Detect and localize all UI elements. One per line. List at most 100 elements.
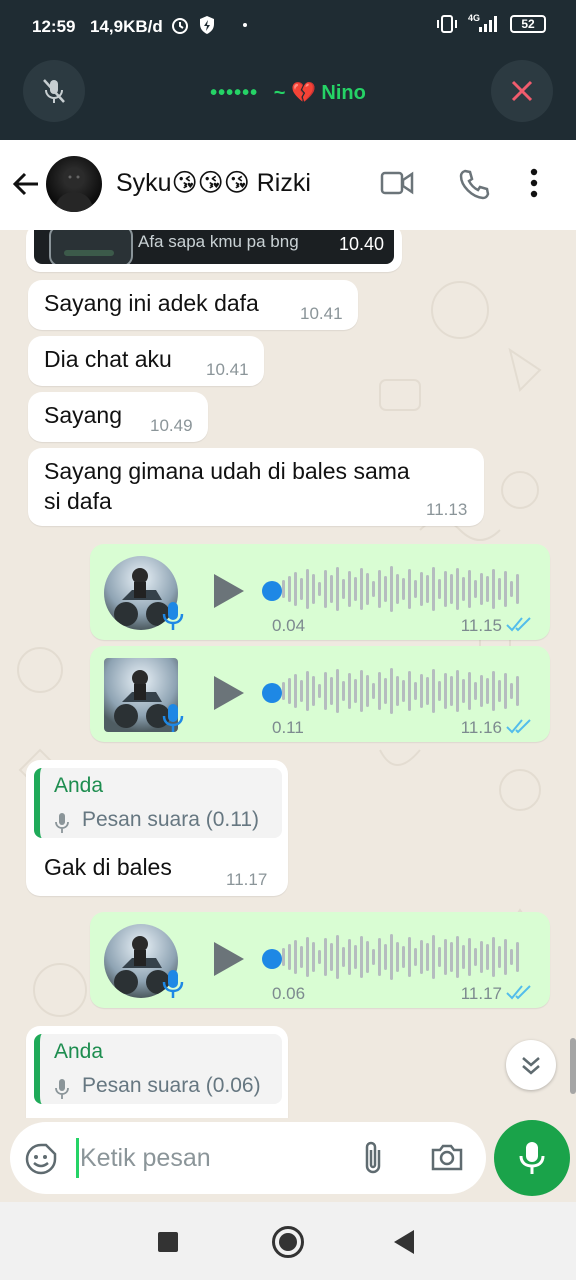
waveform-bar bbox=[378, 672, 381, 710]
waveform-bar bbox=[456, 670, 459, 712]
scroll-to-bottom-button[interactable] bbox=[506, 1040, 556, 1090]
voice-call-icon[interactable] bbox=[458, 168, 490, 200]
waveform-bar bbox=[480, 941, 483, 973]
message-time: 11.15 bbox=[460, 616, 502, 635]
waveform-bar bbox=[480, 675, 483, 707]
play-icon[interactable] bbox=[212, 940, 246, 978]
message-time: 11.13 bbox=[426, 500, 468, 519]
playback-slider-thumb[interactable] bbox=[262, 683, 282, 703]
waveform-bar bbox=[432, 935, 435, 979]
waveform-bar bbox=[378, 938, 381, 976]
status-network-speed: 14,9KB/d bbox=[90, 17, 163, 36]
mic-icon bbox=[162, 970, 184, 998]
contact-name[interactable]: Syku😘😘😘 Rizki bbox=[116, 168, 311, 198]
voice-waveform[interactable] bbox=[280, 564, 530, 614]
back-button[interactable] bbox=[394, 1230, 414, 1254]
status-bar: 12:59 14,9KB/d 4G 52 bbox=[0, 0, 576, 56]
waveform-bar bbox=[450, 574, 453, 604]
voice-duration: 0.11 bbox=[272, 718, 304, 737]
shield-icon bbox=[200, 16, 214, 34]
waveform-bar bbox=[336, 669, 339, 713]
message-text: Gak di bales bbox=[44, 854, 172, 880]
recent-apps-button[interactable] bbox=[158, 1232, 178, 1252]
message-time: 10.41 bbox=[300, 304, 343, 323]
chat-messages-area[interactable]: Afa sapa kmu pa bng 10.40 Sayang ini ade… bbox=[0, 230, 576, 1118]
home-button[interactable] bbox=[272, 1226, 304, 1258]
voice-waveform[interactable] bbox=[280, 932, 530, 982]
waveform-bar bbox=[420, 572, 423, 606]
waveform-bar bbox=[486, 576, 489, 602]
mic-icon bbox=[162, 602, 184, 630]
contact-avatar[interactable] bbox=[46, 156, 102, 212]
waveform-bar bbox=[492, 937, 495, 977]
waveform-bar bbox=[426, 677, 429, 705]
waveform-bar bbox=[444, 571, 447, 607]
read-receipt-icon bbox=[506, 985, 531, 1000]
emoji-sticker-icon[interactable] bbox=[24, 1142, 58, 1176]
waveform-bar bbox=[390, 566, 393, 612]
waveform-bar bbox=[408, 671, 411, 711]
call-title: •••••• ~ 💔 Nino bbox=[0, 80, 576, 105]
playback-slider-thumb[interactable] bbox=[262, 581, 282, 601]
status-right-icons: 4G 52 bbox=[436, 13, 546, 34]
paperclip-icon[interactable] bbox=[360, 1140, 386, 1176]
android-navigation-bar bbox=[0, 1202, 576, 1280]
incoming-reply-message[interactable]: Anda Pesan suara (0.11) Gak di bales 11.… bbox=[26, 760, 288, 896]
back-arrow-icon[interactable] bbox=[12, 170, 40, 198]
play-icon[interactable] bbox=[212, 674, 246, 712]
dot-icon bbox=[243, 23, 247, 27]
waveform-bar bbox=[492, 671, 495, 711]
incoming-message-bubble[interactable]: Sayang ini adek dafa 10.41 bbox=[28, 280, 358, 330]
message-input[interactable] bbox=[80, 1140, 340, 1176]
camera-icon[interactable] bbox=[430, 1142, 464, 1172]
outgoing-voice-message[interactable]: 0.11 11.16 bbox=[90, 646, 550, 742]
incoming-message-bubble[interactable]: Dia chat aku 10.41 bbox=[28, 336, 264, 386]
mic-icon bbox=[55, 1079, 69, 1099]
image-message-bubble[interactable]: Afa sapa kmu pa bng 10.40 bbox=[26, 230, 402, 272]
waveform-bar bbox=[390, 934, 393, 980]
waveform-bar bbox=[468, 570, 471, 608]
image-thumbnail[interactable]: Afa sapa kmu pa bng 10.40 bbox=[34, 230, 394, 264]
quoted-message[interactable]: Anda Pesan suara (0.11) bbox=[34, 768, 282, 838]
waveform-bar bbox=[294, 940, 297, 974]
play-icon[interactable] bbox=[212, 572, 246, 610]
incoming-reply-message[interactable]: Anda Pesan suara (0.06) bbox=[26, 1026, 288, 1118]
outgoing-voice-message[interactable]: 0.04 11.15 bbox=[90, 544, 550, 640]
waveform-bar bbox=[330, 575, 333, 603]
waveform-bar bbox=[426, 943, 429, 971]
incoming-message-bubble[interactable]: Sayang gimana udah di bales sama si dafa… bbox=[28, 448, 484, 526]
waveform-bar bbox=[336, 567, 339, 611]
close-icon bbox=[511, 80, 533, 102]
scrollbar-thumb[interactable] bbox=[570, 1038, 576, 1094]
waveform-bar bbox=[408, 937, 411, 977]
more-options-icon[interactable] bbox=[530, 168, 538, 198]
incoming-message-bubble[interactable]: Sayang 10.49 bbox=[28, 392, 208, 442]
waveform-bar bbox=[504, 939, 507, 975]
quoted-author: Anda bbox=[54, 774, 104, 797]
waveform-bar bbox=[498, 578, 501, 600]
waveform-bar bbox=[510, 949, 513, 965]
waveform-bar bbox=[348, 571, 351, 607]
quoted-message[interactable]: Anda Pesan suara (0.06) bbox=[34, 1034, 282, 1104]
waveform-bar bbox=[414, 948, 417, 966]
outgoing-voice-message[interactable]: 0.06 11.17 bbox=[90, 912, 550, 1008]
vibrate-icon bbox=[436, 15, 457, 33]
playback-slider-thumb[interactable] bbox=[262, 949, 282, 969]
waveform-bar bbox=[372, 683, 375, 699]
waveform-bar bbox=[504, 571, 507, 607]
end-call-button[interactable] bbox=[491, 60, 553, 122]
voice-waveform[interactable] bbox=[280, 666, 530, 716]
battery-indicator: 52 bbox=[510, 15, 546, 33]
waveform-bar bbox=[468, 672, 471, 710]
waveform-bar bbox=[330, 677, 333, 705]
signal-label: 4G bbox=[467, 13, 480, 23]
video-call-icon[interactable] bbox=[380, 170, 414, 196]
record-voice-button[interactable] bbox=[494, 1120, 570, 1196]
waveform-bar bbox=[300, 946, 303, 968]
waveform-bar bbox=[408, 569, 411, 609]
waveform-bar bbox=[294, 572, 297, 606]
ongoing-call-banner[interactable]: •••••• ~ 💔 Nino bbox=[0, 56, 576, 140]
waveform-bar bbox=[474, 682, 477, 700]
waveform-bar bbox=[426, 575, 429, 603]
waveform-bar bbox=[342, 681, 345, 701]
